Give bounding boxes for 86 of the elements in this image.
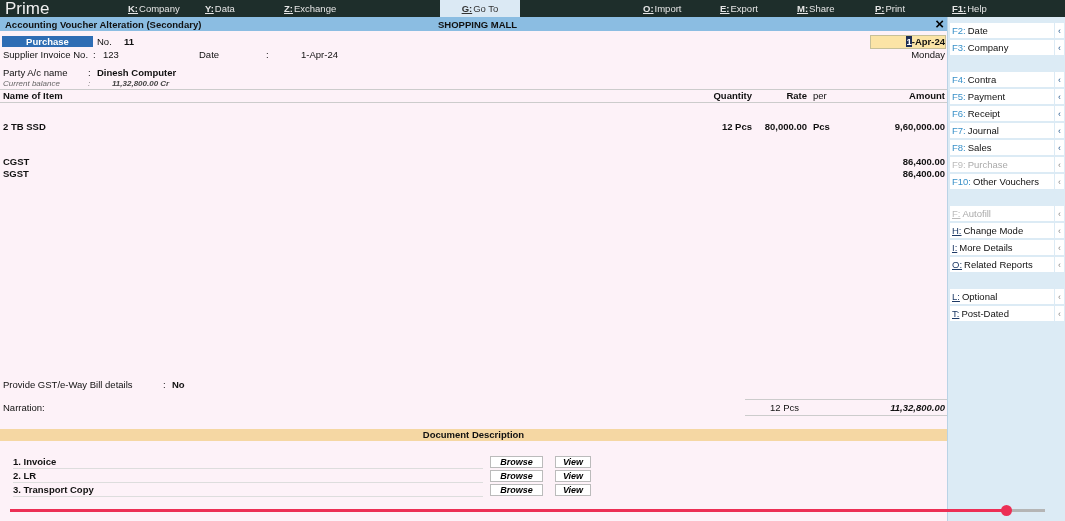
field-label: Party A/c name xyxy=(2,66,69,78)
sidebar-button[interactable]: H: Change Mode xyxy=(950,223,1054,238)
field-label: Narration: xyxy=(2,401,45,413)
expand-button[interactable]: ‹ xyxy=(1055,306,1064,321)
table-cell-text: SGST xyxy=(2,168,30,180)
section-header: Document Description xyxy=(0,429,947,441)
table-cell-text: CGST xyxy=(2,156,31,168)
menu-item[interactable]: Z:Exchange xyxy=(284,0,337,17)
table-cell-text: 86,400.00 xyxy=(901,156,946,168)
field-label: Supplier Invoice No. xyxy=(2,48,90,60)
sidebar-button[interactable]: I: More Details xyxy=(950,240,1054,255)
sidebar-button[interactable]: F2: Date xyxy=(950,23,1054,38)
expand-button[interactable]: ‹ xyxy=(1055,106,1064,121)
sidebar-button[interactable]: F6: Receipt xyxy=(950,106,1054,121)
separator: : xyxy=(163,378,167,390)
column-header: per xyxy=(812,90,828,102)
table-cell-text: Pcs xyxy=(812,121,831,133)
table-cell-text: 12 Pcs xyxy=(720,121,752,133)
document-name: 1. Invoice xyxy=(13,455,483,469)
separator: : xyxy=(266,48,270,60)
view-button[interactable]: View xyxy=(555,484,591,496)
separator: : xyxy=(93,48,97,60)
field-value: No xyxy=(172,378,185,390)
field-value: 1-Apr-24 xyxy=(301,48,338,60)
table-cell-text: 9,60,000.00 xyxy=(893,121,946,133)
browse-button[interactable]: Browse xyxy=(490,470,543,482)
sidebar-button[interactable]: F7: Journal xyxy=(950,123,1054,138)
separator: : xyxy=(88,79,92,88)
slider-thumb[interactable] xyxy=(1000,505,1012,516)
expand-button[interactable]: ‹ xyxy=(1055,289,1064,304)
sidebar-button[interactable]: F3: Company xyxy=(950,40,1054,55)
expand-button[interactable]: ‹ xyxy=(1055,23,1064,38)
browse-button[interactable]: Browse xyxy=(490,484,543,496)
menu-item[interactable]: G:Go To xyxy=(440,0,520,17)
expand-button[interactable]: ‹ xyxy=(1055,240,1064,255)
browse-button[interactable]: Browse xyxy=(490,456,543,468)
app-name: Prime xyxy=(4,0,51,17)
expand-button[interactable]: ‹ xyxy=(1055,40,1064,55)
total-quantity: 12 Pcs xyxy=(769,401,801,413)
menu-item[interactable]: E:Export xyxy=(720,0,758,17)
sidebar-button[interactable]: F10: Other Vouchers xyxy=(950,174,1054,189)
separator: : xyxy=(88,66,92,78)
field-label: Date xyxy=(198,48,221,60)
expand-button[interactable]: ‹ xyxy=(1055,123,1064,138)
sidebar-button[interactable]: L: Optional xyxy=(950,289,1054,304)
sidebar-button[interactable]: F5: Payment xyxy=(950,89,1054,104)
field-label: Provide GST/e-Way Bill details xyxy=(2,378,134,390)
voucher-type: Purchase xyxy=(2,36,93,47)
company-name: SHOPPING MALL xyxy=(438,18,519,30)
expand-button[interactable]: ‹ xyxy=(1055,223,1064,238)
document-name: 2. LR xyxy=(13,469,483,483)
menu-item[interactable]: Y:Data xyxy=(205,0,235,17)
sidebar-button[interactable]: O: Related Reports xyxy=(950,257,1054,272)
window-title: Accounting Voucher Alteration (Secondary) xyxy=(5,18,203,30)
field-value: Dinesh Computer xyxy=(97,66,177,78)
label: No. xyxy=(97,36,113,47)
sidebar-button[interactable]: T: Post-Dated xyxy=(950,306,1054,321)
table-cell-text: 86,400.00 xyxy=(901,168,946,180)
menu-item[interactable]: M:Share xyxy=(797,0,835,17)
view-button[interactable]: View xyxy=(555,470,591,482)
weekday: Monday xyxy=(911,48,946,60)
column-header: Amount xyxy=(908,90,946,102)
sidebar-button[interactable]: F8: Sales xyxy=(950,140,1054,155)
column-header: Quantity xyxy=(712,90,752,102)
menu-item[interactable]: F1:Help xyxy=(952,0,987,17)
expand-button[interactable]: ‹ xyxy=(1055,257,1064,272)
expand-button[interactable]: ‹ xyxy=(1055,89,1064,104)
table-cell-text: 2 TB SSD xyxy=(2,121,47,133)
field-value: 123 xyxy=(103,48,119,60)
menu-item[interactable]: K:Company xyxy=(128,0,180,17)
table-cell-text: 80,000.00 xyxy=(763,121,807,133)
voucher-number: 11 xyxy=(124,36,135,47)
field-value: 11,32,800.00 Cr xyxy=(112,79,170,88)
field-label: Current balance xyxy=(2,79,61,88)
close-button[interactable]: × xyxy=(935,18,944,30)
expand-button[interactable]: ‹ xyxy=(1055,140,1064,155)
document-name: 3. Transport Copy xyxy=(13,483,483,497)
column-header: Rate xyxy=(785,90,807,102)
expand-button[interactable]: ‹ xyxy=(1055,72,1064,87)
total-amount: 11,32,800.00 xyxy=(889,401,946,413)
column-header: Name of Item xyxy=(2,90,64,102)
expand-button[interactable]: ‹ xyxy=(1055,174,1064,189)
view-button[interactable]: View xyxy=(555,456,591,468)
menu-item[interactable]: O:Import xyxy=(643,0,682,17)
menu-item[interactable]: P:Print xyxy=(875,0,906,17)
sidebar-button[interactable]: F4: Contra xyxy=(950,72,1054,87)
